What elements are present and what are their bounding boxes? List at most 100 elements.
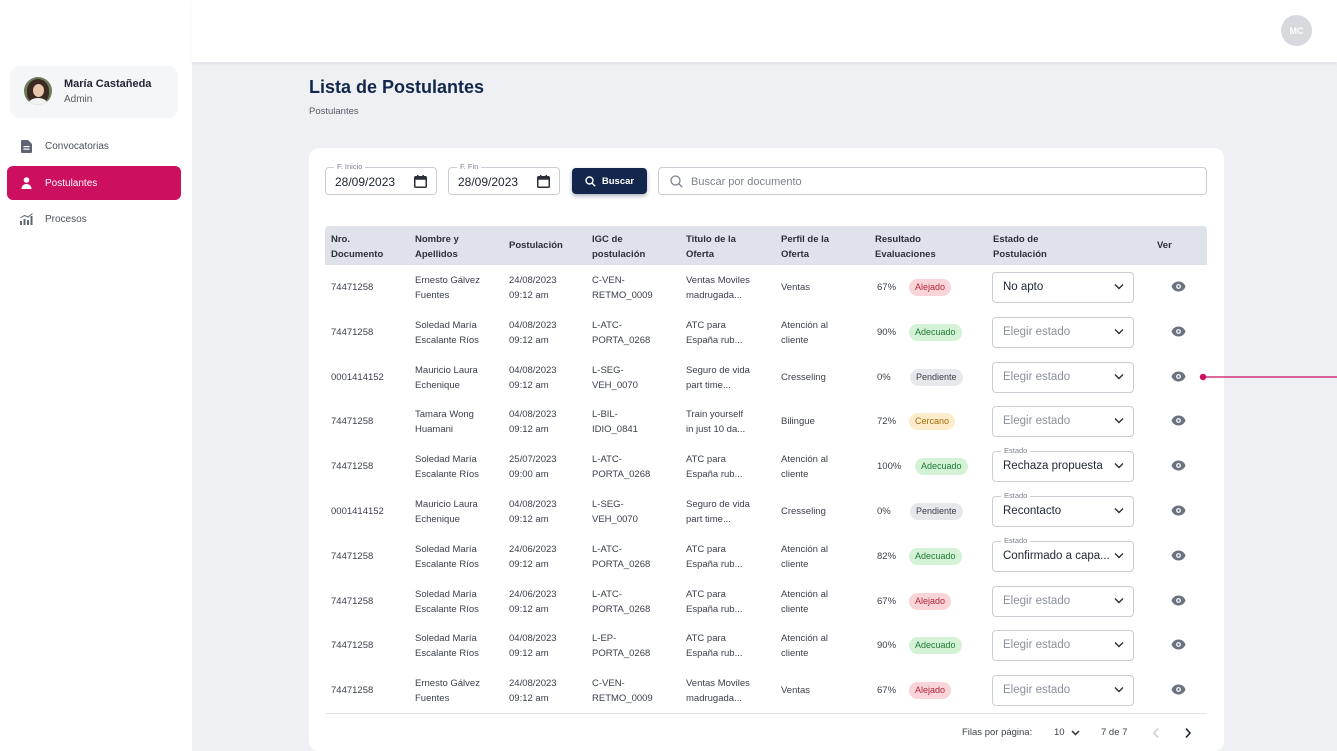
annotation-connector — [1199, 373, 1337, 381]
sidebar-item-convocatorias[interactable]: Convocatorias — [7, 129, 181, 163]
view-eye-icon[interactable] — [1171, 413, 1186, 431]
cell-name: Soledad María Escalante Ríos — [415, 543, 479, 570]
table-row: 74471258 Tamara Wong Huamani 04/08/2023 09:1… — [325, 399, 1207, 444]
cell-postulacion: 04/08/2023 09:12 am — [509, 499, 557, 525]
status-badge: Adecuado — [909, 547, 962, 565]
status-select-value: Rechaza propuesta — [1003, 460, 1103, 473]
cell-resultado: 100% — [877, 461, 902, 473]
table-row: 74471258 Soledad María Escalante Ríos 24/06… — [325, 534, 1207, 579]
view-eye-icon[interactable] — [1171, 682, 1186, 700]
header-name[interactable]: Nombre y Apellidos — [415, 232, 459, 262]
applicants-card: F. Inicio 28/09/2023 F. Fin 28/09/2023 B… — [309, 148, 1224, 751]
cell-doc: 74471258 — [331, 282, 374, 293]
view-eye-icon[interactable] — [1171, 324, 1186, 342]
cell-resultado: 90% — [877, 640, 897, 652]
cell-doc: 74471258 — [331, 416, 374, 428]
header-titulo[interactable]: Titulo de la Oferta — [686, 232, 736, 262]
cell-titulo: ATC para España rub... — [686, 454, 743, 481]
cell-name: Ernesto Gálvez Fuentes — [415, 275, 480, 301]
status-select[interactable]: Estado Rechaza propuesta — [992, 446, 1134, 483]
view-eye-icon[interactable] — [1171, 458, 1186, 476]
table-row: 74471258 Soledad María Escalante Ríos 04/08… — [325, 623, 1207, 668]
chevron-down-icon — [1114, 418, 1124, 424]
status-select[interactable]: Elegir estado — [992, 406, 1134, 438]
start-date-field[interactable]: F. Inicio 28/09/2023 — [325, 162, 437, 195]
status-select[interactable]: Estado Confirmado a capa... — [992, 535, 1134, 572]
header-igc[interactable]: IGC de postulación — [592, 232, 645, 262]
status-select-value: Elegir estado — [1003, 684, 1071, 697]
cell-titulo: Ventas Moviles madrugada... — [686, 275, 750, 301]
chevron-left-icon — [1152, 728, 1159, 738]
cell-igc: L-ATC- PORTA_0268 — [592, 319, 651, 346]
cell-perfil: Atención al cliente — [781, 588, 829, 615]
search-button-label: Buscar — [601, 175, 635, 187]
chevron-down-icon — [1114, 552, 1124, 559]
status-badge: Alejado — [909, 279, 952, 296]
view-eye-icon[interactable] — [1171, 369, 1186, 387]
cell-perfil: Cresseling — [781, 371, 826, 383]
cell-name: Soledad María Escalante Ríos — [415, 588, 479, 615]
cell-resultado: 90% — [877, 326, 897, 338]
next-page-button[interactable] — [1184, 726, 1192, 744]
status-select-label: Estado — [1001, 446, 1031, 456]
cell-name: Mauricio Laura Echenique — [415, 499, 478, 525]
view-eye-icon[interactable] — [1171, 279, 1186, 297]
sidebar-item-procesos[interactable]: Procesos — [7, 202, 181, 236]
view-eye-icon[interactable] — [1171, 637, 1186, 655]
view-eye-icon[interactable] — [1171, 503, 1186, 521]
view-eye-icon[interactable] — [1171, 548, 1186, 566]
chevron-down-icon — [1114, 328, 1124, 335]
calendar-icon[interactable] — [537, 175, 550, 193]
cell-perfil: Ventas — [781, 685, 811, 697]
search-icon — [670, 175, 683, 193]
status-badge: Alejado — [909, 592, 952, 610]
profile-avatar[interactable]: MC — [1281, 15, 1312, 46]
header-estado[interactable]: Estado de Postulación — [993, 232, 1047, 262]
status-select[interactable]: Elegir estado — [992, 585, 1134, 617]
header-resultado[interactable]: Resultado Evaluaciones — [875, 232, 936, 262]
rows-per-page-select[interactable]: 10 — [1054, 727, 1080, 738]
cell-postulacion: 25/07/2023 09:00 am — [509, 454, 557, 481]
view-eye-icon[interactable] — [1171, 593, 1186, 611]
breadcrumb[interactable]: Postulantes — [309, 106, 359, 117]
cell-postulacion: 04/08/2023 09:12 am — [509, 319, 557, 346]
cell-name: Soledad María Escalante Ríos — [415, 319, 479, 346]
status-select[interactable]: Elegir estado — [992, 316, 1134, 348]
status-badge: Pendiente — [910, 368, 963, 386]
status-select[interactable]: Elegir estado — [992, 675, 1134, 707]
chevron-right-icon — [1185, 727, 1192, 739]
cell-titulo: Seguro de vida part time... — [686, 364, 750, 391]
status-select-label: Estado — [1001, 535, 1031, 545]
cell-resultado: 82% — [877, 550, 897, 562]
calendar-icon[interactable] — [414, 175, 427, 193]
cell-resultado: 0% — [877, 506, 891, 517]
cell-resultado: 67% — [877, 685, 897, 697]
status-select[interactable]: Elegir estado — [992, 361, 1134, 393]
document-search[interactable] — [658, 167, 1207, 195]
search-input[interactable] — [691, 173, 1191, 191]
header-doc[interactable]: Nro. Documento — [331, 232, 383, 262]
rows-per-page-label: Filas por página: — [962, 727, 1033, 738]
status-badge: Adecuado — [909, 637, 962, 655]
end-date-field[interactable]: F. Fin 28/09/2023 — [448, 162, 560, 195]
status-select[interactable]: Elegir estado — [992, 630, 1134, 662]
status-badge: Alejado — [909, 682, 952, 700]
cell-perfil: Atención al cliente — [781, 454, 829, 481]
end-date-label: F. Fin — [457, 162, 482, 171]
status-select[interactable]: Estado Recontacto — [992, 491, 1134, 527]
cell-igc: C-VEN- RETMO_0009 — [592, 678, 653, 705]
previous-page-button[interactable] — [1152, 726, 1160, 744]
user-role: Admin — [64, 94, 93, 105]
search-button[interactable]: Buscar — [572, 168, 647, 194]
status-select-value: No apto — [1003, 281, 1044, 293]
user-card[interactable]: María Castañeda Admin — [10, 66, 178, 118]
cell-perfil: Bilingue — [781, 416, 815, 428]
status-select-value: Elegir estado — [1003, 639, 1071, 652]
cell-resultado: 67% — [877, 595, 897, 607]
status-select-label: Estado — [1001, 491, 1031, 500]
document-icon — [20, 139, 33, 153]
sidebar-item-postulantes[interactable]: Postulantes — [7, 166, 181, 200]
header-postulacion[interactable]: Postulación — [509, 238, 563, 253]
header-perfil[interactable]: Perfil de la Oferta — [781, 232, 829, 262]
status-select[interactable]: No apto — [992, 272, 1134, 303]
